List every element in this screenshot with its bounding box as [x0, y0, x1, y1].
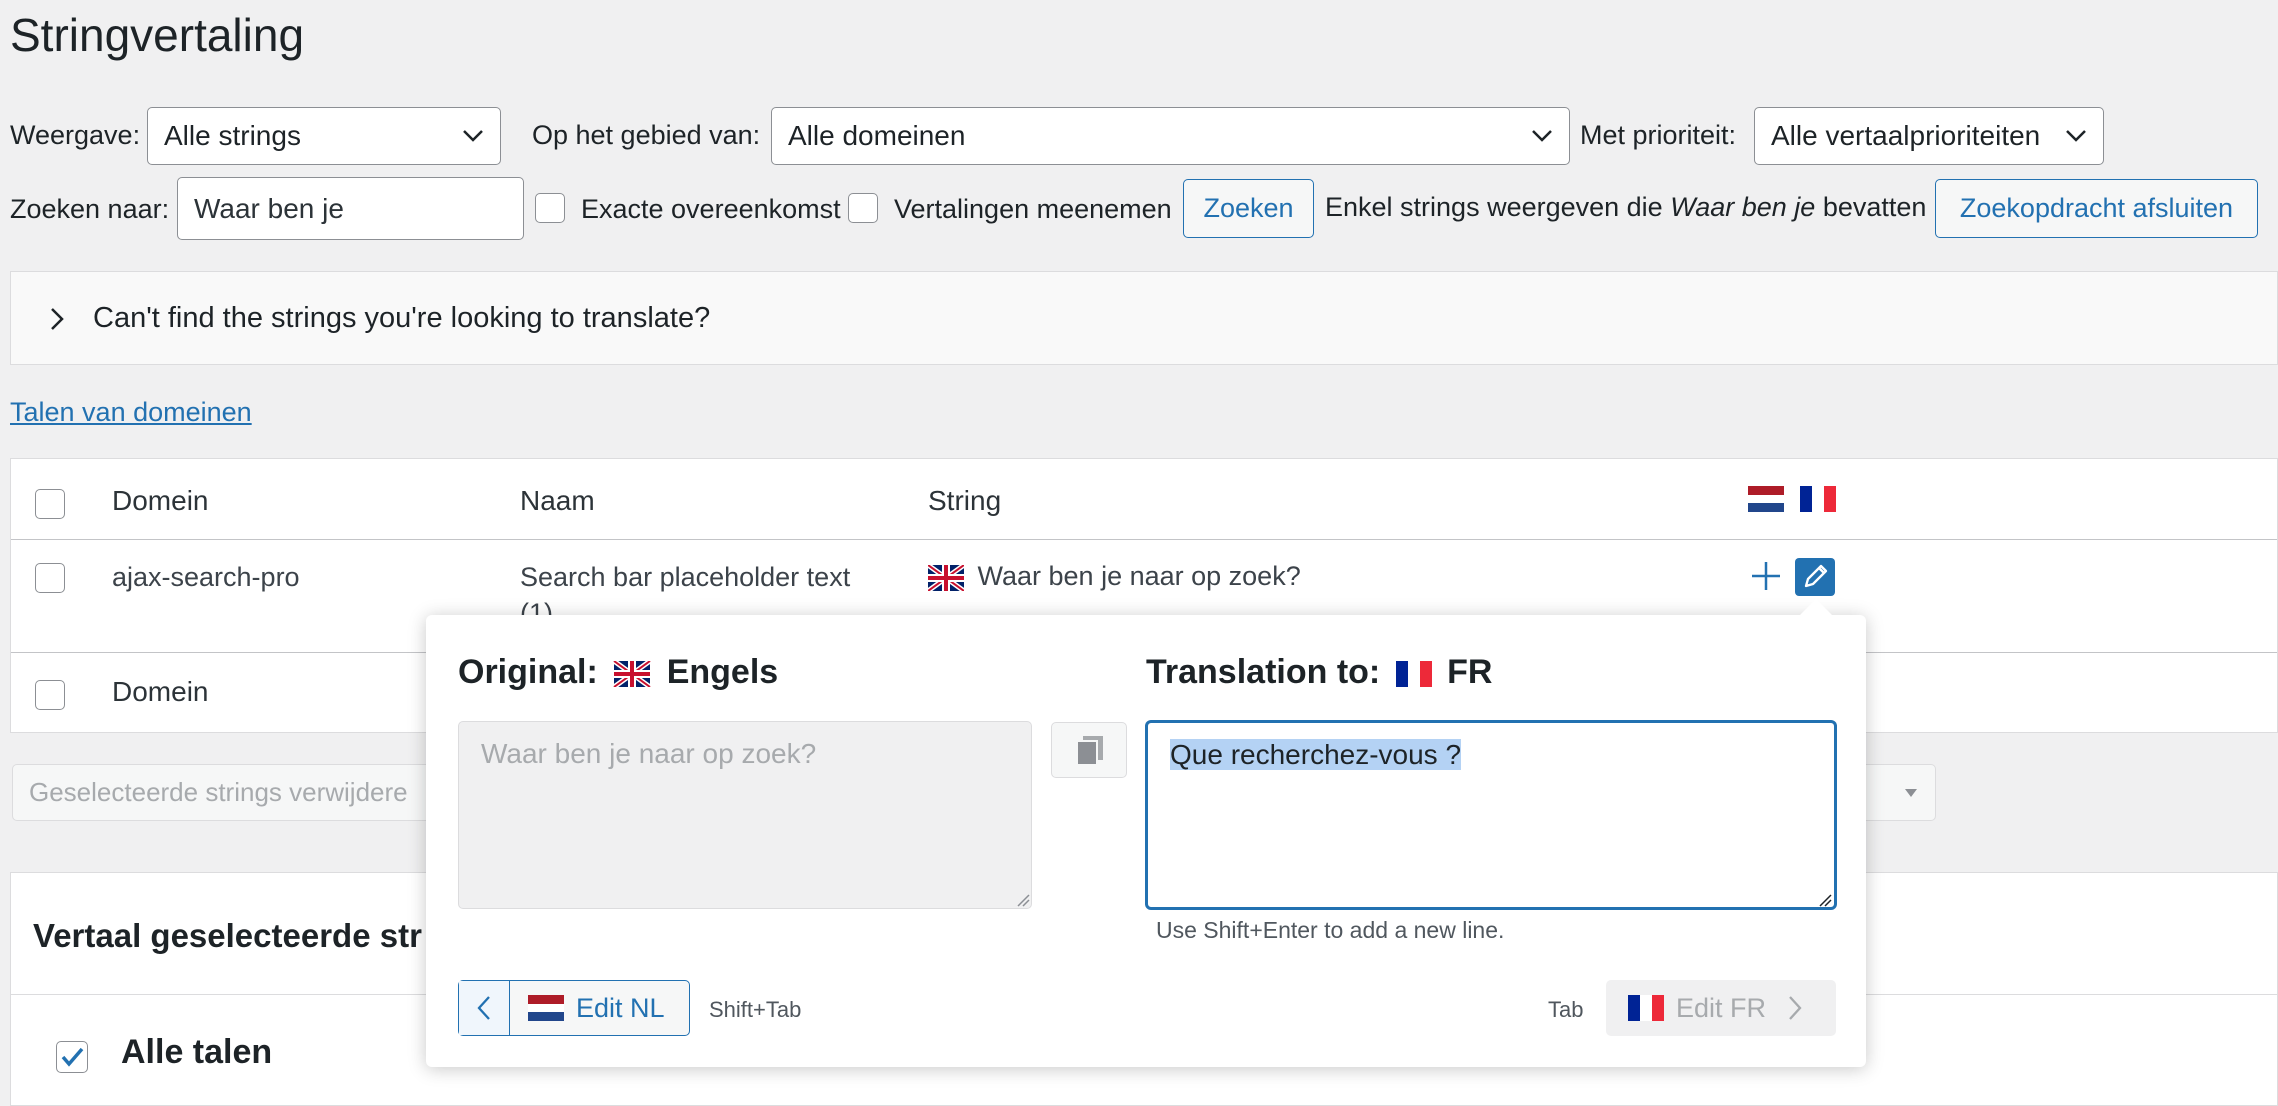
notice-text: Can't find the strings you're looking to… — [93, 302, 711, 334]
include-translations-checkbox[interactable] — [848, 193, 878, 223]
previous-shortcut: Shift+Tab — [709, 997, 802, 1022]
resize-handle-icon[interactable] — [1016, 893, 1030, 907]
domain-label: Op het gebied van: — [532, 120, 761, 150]
flag-fr-icon — [1800, 486, 1837, 512]
select-all-checkbox[interactable] — [35, 489, 65, 519]
translation-editor-popover: Original: Engels Translation to: FR Waar… — [426, 599, 1866, 1067]
next-shortcut: Tab — [1548, 997, 1584, 1022]
search-label: Zoeken naar: — [10, 194, 170, 224]
search-result-prefix: Enkel strings weergeven die — [1325, 192, 1663, 222]
copy-original-button[interactable] — [1051, 722, 1127, 778]
table-header-divider — [11, 539, 2277, 540]
column-string[interactable]: String — [928, 485, 1001, 517]
edit-previous-button[interactable]: Edit NL — [458, 980, 690, 1036]
translation-text: Que recherchez-vous ? — [1170, 739, 1462, 770]
checkmark-icon — [61, 1047, 84, 1067]
domain-select[interactable]: Alle domeinen — [771, 107, 1570, 165]
original-label: Original: — [458, 653, 598, 691]
language-flags-header — [1748, 486, 1837, 512]
flag-gb-icon — [928, 564, 964, 591]
flag-fr-icon — [1395, 661, 1432, 688]
chevron-down-icon — [2066, 130, 2086, 142]
priority-label: Met prioriteit: — [1580, 120, 1737, 150]
edit-translation-button[interactable] — [1795, 558, 1835, 596]
original-textarea[interactable]: Waar ben je naar op zoek? — [458, 721, 1032, 909]
view-label: Weergave: — [10, 120, 141, 150]
search-button[interactable]: Zoeken — [1183, 179, 1314, 238]
chevron-left-icon — [477, 996, 490, 1020]
search-input[interactable]: Waar ben je — [177, 177, 524, 240]
translation-language: FR — [1447, 653, 1493, 691]
previous-arrow — [459, 981, 510, 1035]
row-name: Search bar placeholder text — [520, 562, 851, 592]
translation-label: Translation to: — [1146, 653, 1381, 691]
bulk-delete-placeholder: Geselecteerde strings verwijdere — [29, 777, 408, 807]
caret-down-icon — [1905, 788, 1917, 797]
chevron-right-icon — [51, 308, 64, 330]
row-string-text: Waar ben je naar op zoek? — [977, 561, 1301, 591]
edit-next-label: Edit FR — [1676, 992, 1767, 1023]
resize-handle-icon[interactable] — [1818, 893, 1832, 907]
exact-match-checkbox[interactable] — [535, 193, 565, 223]
column-name[interactable]: Naam — [520, 485, 595, 517]
all-languages-checkbox[interactable] — [56, 1041, 88, 1073]
search-result-suffix: bevatten — [1822, 192, 1927, 222]
search-result-text: Enkel strings weergeven die Waar ben je … — [1325, 192, 1926, 223]
all-languages-label: Alle talen — [121, 1033, 273, 1071]
original-language: Engels — [666, 653, 779, 691]
chevron-down-icon — [463, 130, 483, 142]
view-select-value: Alle strings — [164, 120, 301, 151]
view-select[interactable]: Alle strings — [147, 107, 501, 165]
column-domain[interactable]: Domein — [112, 485, 208, 517]
domain-select-value: Alle domeinen — [788, 120, 966, 151]
edit-next-button[interactable]: Edit FR — [1606, 980, 1836, 1036]
flag-nl-icon — [528, 995, 564, 1021]
include-translations-label: Vertalingen meenemen — [894, 194, 1172, 224]
strings-help-notice[interactable]: Can't find the strings you're looking to… — [10, 271, 2278, 365]
footer-select-all-checkbox[interactable] — [35, 680, 65, 710]
flag-fr-icon — [1628, 995, 1664, 1021]
flag-nl-icon — [1748, 486, 1784, 512]
flag-gb-icon — [613, 661, 652, 688]
search-result-term: Waar ben je — [1670, 192, 1816, 222]
translation-heading: Translation to: FR — [1146, 653, 1492, 692]
translation-textarea[interactable]: Que recherchez-vous ? — [1146, 721, 1836, 909]
chevron-down-icon — [1532, 130, 1552, 142]
newline-hint: Use Shift+Enter to add a new line. — [1156, 917, 1505, 943]
exact-match-label: Exacte overeenkomst — [581, 194, 841, 224]
row-domain: ajax-search-pro — [112, 562, 300, 592]
plus-icon[interactable] — [1749, 559, 1783, 593]
row-checkbox[interactable] — [35, 563, 65, 593]
chevron-right-icon — [1789, 996, 1802, 1020]
pencil-icon — [1804, 564, 1828, 588]
close-search-button[interactable]: Zoekopdracht afsluiten — [1935, 179, 2258, 238]
priority-select[interactable]: Alle vertaalprioriteiten — [1754, 107, 2104, 165]
footer-column-domain[interactable]: Domein — [112, 676, 208, 708]
popover-arrow — [1798, 599, 1834, 617]
copy-icon — [1076, 736, 1103, 766]
priority-select-value: Alle vertaalprioriteiten — [1771, 120, 2041, 151]
edit-previous-label: Edit NL — [576, 992, 665, 1023]
domain-languages-link[interactable]: Talen van domeinen — [10, 397, 252, 428]
translate-selected-title: Vertaal geselecteerde str — [33, 917, 422, 954]
row-string: Waar ben je naar op zoek? — [928, 561, 1301, 592]
page-title: Stringvertaling — [10, 9, 305, 61]
original-heading: Original: Engels — [458, 653, 778, 692]
